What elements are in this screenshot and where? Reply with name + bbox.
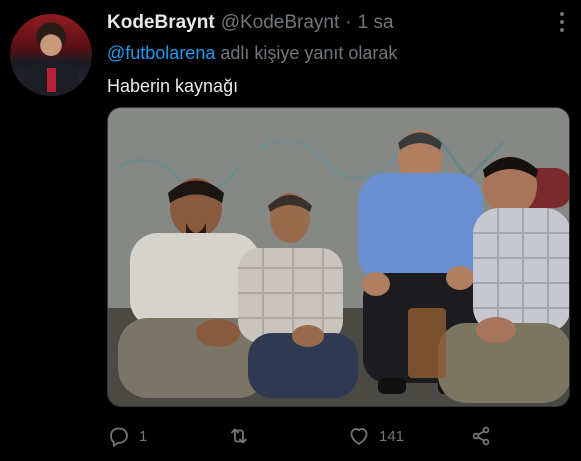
reply-context: @futbolarena adlı kişiye yanıt olarak	[107, 43, 397, 64]
more-dot	[560, 20, 564, 24]
author-name[interactable]: KodeBraynt	[107, 12, 215, 34]
tweet-photo[interactable]	[107, 107, 570, 407]
tweet-time[interactable]: 1 sa	[358, 12, 394, 34]
crate	[408, 308, 446, 378]
tweet-text: Haberin kaynağı	[107, 76, 239, 96]
retweet-button[interactable]	[227, 420, 259, 452]
reply-mention-link[interactable]: @futbolarena	[107, 43, 215, 63]
more-dot	[560, 28, 564, 32]
separator-dot: ·	[345, 12, 352, 33]
reply-count: 1	[139, 427, 148, 445]
retweet-icon	[231, 428, 247, 444]
reply-button[interactable]: 1	[107, 420, 147, 452]
share-icon	[472, 426, 490, 446]
reply-context-text: adlı kişiye yanıt olarak	[215, 43, 398, 63]
tweet-header: KodeBraynt @KodeBraynt · 1 sa	[107, 12, 394, 34]
like-count: 141	[379, 427, 405, 445]
photo-scene	[108, 108, 569, 406]
author-handle[interactable]: @KodeBraynt	[221, 12, 340, 34]
share-button[interactable]	[469, 420, 493, 452]
heart-icon	[350, 428, 368, 445]
more-icon[interactable]	[559, 12, 565, 32]
like-button[interactable]: 141	[347, 420, 404, 452]
reply-icon	[110, 427, 128, 447]
avatar-tie	[47, 68, 56, 92]
more-dot	[560, 12, 564, 16]
avatar[interactable]	[10, 14, 92, 96]
tweet-actions: 1 141	[107, 420, 570, 452]
